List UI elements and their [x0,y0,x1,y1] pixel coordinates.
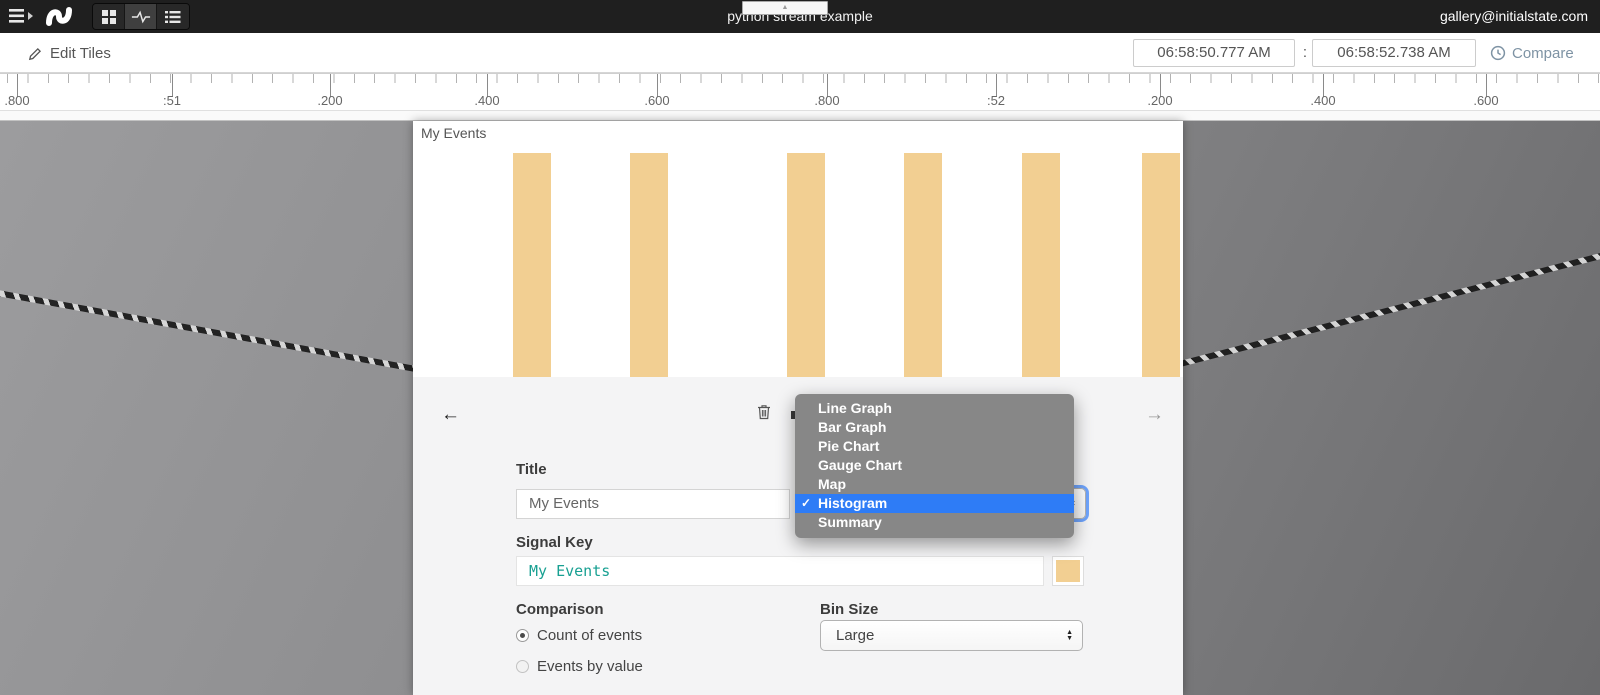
radio-selected-icon [516,629,529,642]
tile-type-option-bar-graph[interactable]: Bar Graph [795,418,1074,437]
next-tile-arrow-icon[interactable]: → [1145,405,1164,424]
ruler-tick-label: .400 [474,93,499,108]
clock-icon [1490,45,1506,61]
ruler-tick-label: .200 [1147,93,1172,108]
signal-color-swatch[interactable] [1052,556,1084,586]
select-stepper-icon: ▲▼ [1066,621,1073,650]
tile-type-option-summary[interactable]: Summary [795,513,1074,532]
ruler-tick-label: .800 [814,93,839,108]
edit-tiles-label: Edit Tiles [50,45,111,62]
compare-label: Compare [1512,45,1574,62]
tile-type-option-label: Histogram [818,495,887,511]
title-input[interactable]: My Events [516,489,790,519]
ruler-tick-label: :51 [163,93,181,108]
radio-events-by-value[interactable]: Events by value [516,658,643,675]
time-ruler[interactable]: .800 :51 .200 .400 .600 .800 :52 .200 .400 .600 [0,73,1600,110]
histogram-bar [904,153,942,377]
radio-count-of-events[interactable]: Count of events [516,627,642,644]
ruler-tick-label: .600 [1473,93,1498,108]
histogram-bar [1022,153,1060,377]
delete-tile-button[interactable] [757,404,771,425]
toolbar: Edit Tiles 06:58:50.777 AM : 06:58:52.73… [0,33,1600,73]
up-triangle-icon: ▲ [782,4,789,11]
tile-type-option-histogram[interactable]: ✓ Histogram [795,494,1074,513]
signal-key-input[interactable]: My Events [516,556,1044,586]
tile-type-option-map[interactable]: Map [795,475,1074,494]
tile-title: My Events [421,125,486,141]
ruler-tick-label: .600 [644,93,669,108]
tile-type-option-label: Pie Chart [818,438,879,454]
previous-tile-arrow-icon[interactable]: ← [441,405,460,424]
tile-editor-form: ← → Title My Events ▲▼ Signal Key My Eve… [413,377,1183,695]
dashboard-background: My Events ← → Title My Events ▲▼ Signal … [0,121,1600,695]
bin-size-field-label: Bin Size [820,601,878,618]
tile-type-option-line-graph[interactable]: Line Graph [795,399,1074,418]
edit-tiles-button[interactable]: Edit Tiles [28,33,111,73]
time-start-input[interactable]: 06:58:50.777 AM [1133,39,1295,67]
timeline-collapse-handle[interactable]: ▲ [742,1,828,15]
tile-type-option-label: Bar Graph [818,419,886,435]
tile-type-option-label: Summary [818,514,882,530]
bin-size-value: Large [836,627,874,644]
radio-unselected-icon [516,660,529,673]
tile-type-option-label: Gauge Chart [818,457,902,473]
background-rope-right [1179,252,1600,367]
tile-type-dropdown-menu: Line Graph Bar Graph Pie Chart Gauge Chart M… [795,394,1074,538]
tile-type-option-label: Line Graph [818,400,892,416]
tile-type-option-pie-chart[interactable]: Pie Chart [795,437,1074,456]
my-events-tile-panel: My Events ← → Title My Events ▲▼ Signal … [413,121,1183,695]
title-field-label: Title [516,461,547,478]
histogram-bar [513,153,551,377]
ruler-tick-label: .800 [4,93,29,108]
compare-button[interactable]: Compare [1490,33,1574,73]
tile-type-option-label: Map [818,476,846,492]
signal-key-field-label: Signal Key [516,534,593,551]
checkmark-icon: ✓ [801,494,811,513]
time-end-input[interactable]: 06:58:52.738 AM [1312,39,1476,67]
timeline-scroll-strip[interactable] [0,110,1600,121]
comparison-field-label: Comparison [516,601,604,618]
time-separator: : [1299,39,1311,67]
tile-type-option-gauge-chart[interactable]: Gauge Chart [795,456,1074,475]
ruler-tick-label: .400 [1310,93,1335,108]
trash-icon [757,404,771,420]
ruler-tick-label: .200 [317,93,342,108]
bin-size-select[interactable]: Large ▲▼ [820,620,1083,651]
ruler-tick-label: :52 [987,93,1005,108]
histogram-bar [787,153,825,377]
pencil-icon [28,46,43,61]
account-email[interactable]: gallery@initialstate.com [1440,0,1588,33]
histogram-bar [1142,153,1180,377]
background-rope-left [0,289,425,374]
swatch-color [1056,560,1080,582]
histogram-bar [630,153,668,377]
